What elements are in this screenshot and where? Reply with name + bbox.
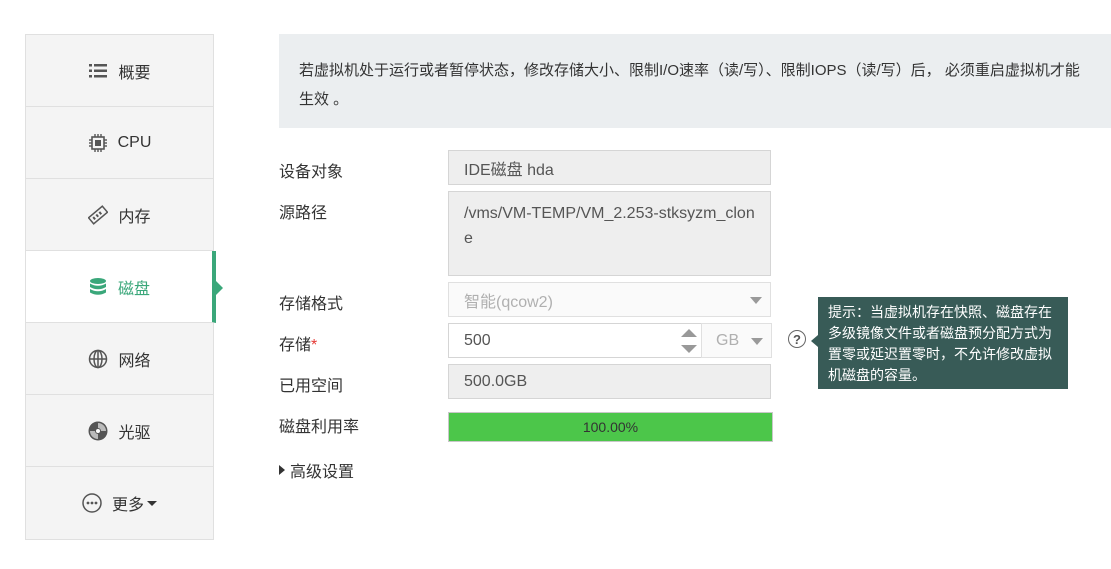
progress-text: 100.00%	[582, 419, 639, 435]
device-label: 设备对象	[279, 164, 344, 181]
storage-size-input[interactable]: 500	[448, 323, 702, 358]
storage-format-label: 存储格式	[279, 296, 344, 313]
storage-format-value: 智能(qcow2)	[464, 293, 553, 311]
caret-right-icon	[279, 465, 285, 475]
storage-spinner[interactable]	[681, 327, 697, 355]
sidebar-item-overview[interactable]: 概要	[26, 35, 213, 107]
sidebar-item-label: 内存	[118, 208, 151, 226]
sidebar-item-network[interactable]: 网络	[26, 323, 213, 395]
source-path-value: /vms/VM-TEMP/VM_2.253-stksyzm_clone	[464, 205, 755, 247]
required-mark: *	[311, 337, 318, 354]
sidebar-item-disk[interactable]: 磁盘	[26, 251, 223, 323]
capacity-tooltip: 提示：当虚拟机存在快照、磁盘存在多级镜像文件或者磁盘预分配方式为置零或延迟置零时…	[811, 297, 1068, 389]
used-space-label: 已用空间	[279, 378, 344, 395]
sidebar-item-label: 网络	[118, 352, 151, 370]
sidebar-item-more[interactable]: 更多	[26, 467, 213, 539]
source-path-label: 源路径	[279, 205, 328, 222]
database-icon	[88, 277, 108, 297]
sidebar-item-cdrom[interactable]: 光驱	[26, 395, 213, 467]
disk-usage-label: 磁盘利用率	[279, 419, 360, 436]
sidebar-item-cpu[interactable]: CPU	[26, 107, 213, 179]
sidebar-item-label: 概要	[118, 64, 151, 82]
device-value: IDE磁盘 hda	[464, 161, 554, 179]
restart-notice: 若虚拟机处于运行或者暂停状态，修改存储大小、限制I/O速率（读/写）、限制IOP…	[279, 34, 1111, 128]
memory-stick-icon	[88, 204, 109, 225]
disc-icon	[88, 421, 108, 441]
sidebar-nav: 概要 CPU 内存 磁盘 网络 光驱 更多	[25, 34, 223, 540]
storage-size-value: 500	[464, 331, 491, 349]
chevron-down-icon	[751, 337, 763, 345]
spinner-up-icon[interactable]	[681, 329, 697, 337]
sidebar-item-label: 磁盘	[117, 280, 150, 298]
storage-unit-value: GB	[716, 331, 740, 349]
used-space-value: 500.0GB	[464, 372, 528, 390]
chevron-down-icon	[147, 500, 157, 506]
globe-icon	[88, 349, 108, 369]
storage-label: 存储*	[279, 331, 317, 355]
storage-format-select[interactable]: 智能(qcow2)	[448, 282, 771, 317]
advanced-settings-toggle[interactable]: 高级设置	[279, 458, 354, 482]
cpu-chip-icon	[88, 133, 108, 153]
storage-label-text: 存储	[279, 337, 312, 354]
disk-usage-progress: 100.00%	[448, 412, 773, 442]
chevron-down-icon	[750, 296, 762, 304]
device-field: IDE磁盘 hda	[448, 150, 771, 185]
source-path-field: /vms/VM-TEMP/VM_2.253-stksyzm_clone	[448, 191, 771, 276]
list-icon	[88, 61, 108, 81]
sidebar-item-label: CPU	[117, 133, 152, 151]
used-space-field: 500.0GB	[448, 364, 771, 399]
sidebar-item-label: 光驱	[118, 424, 151, 442]
sidebar-item-memory[interactable]: 内存	[26, 179, 213, 251]
more-dots-icon	[82, 493, 102, 513]
storage-unit-select[interactable]: GB	[701, 323, 772, 358]
spinner-down-icon[interactable]	[681, 345, 697, 353]
sidebar-item-label: 更多	[111, 497, 144, 514]
advanced-settings-label: 高级设置	[290, 464, 355, 481]
help-icon[interactable]: ?	[788, 330, 806, 348]
